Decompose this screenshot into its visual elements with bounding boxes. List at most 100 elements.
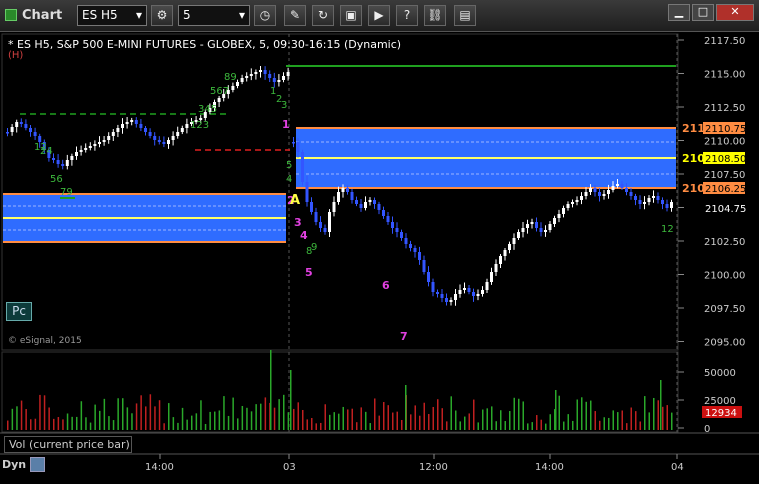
volume-bar [290, 370, 292, 430]
symbol-settings-icon[interactable]: ⚙ [151, 5, 173, 26]
candle-body [458, 290, 462, 294]
candle-body [395, 228, 399, 232]
candle-body [616, 184, 619, 186]
volume-bar [441, 408, 443, 430]
dyn-button[interactable]: Dyn [2, 458, 26, 471]
volume-bar [140, 395, 142, 430]
close-icon[interactable]: ✕ [716, 4, 754, 21]
candle-body [485, 282, 489, 290]
chart-area[interactable]: * ES H5, S&P 500 E-MINI FUTURES - GLOBEX… [0, 32, 759, 480]
price-chart-svg[interactable]: * ES H5, S&P 500 E-MINI FUTURES - GLOBEX… [0, 32, 759, 480]
volume-bar [62, 419, 64, 430]
volume-bar [324, 404, 326, 430]
maximize-icon[interactable]: □ [692, 4, 714, 21]
candle-body [463, 288, 466, 290]
symbol-field[interactable]: ES H5 ▾ [77, 5, 147, 26]
candle-body [310, 202, 313, 212]
volume-bar [486, 408, 488, 430]
volume-bar [264, 397, 267, 430]
refresh-icon[interactable]: ↻ [312, 5, 334, 26]
volume-bar [423, 402, 425, 430]
candle-body [643, 202, 646, 204]
volume-bar [57, 417, 60, 430]
title-bar: Chart ES H5 ▾ ⚙ 5 ▾ ◷ ✎ ↻ ▣ ▶ ? ⛓ ▤ ▁ □ … [0, 0, 759, 32]
candle-body [467, 288, 471, 292]
volume-bar [432, 406, 434, 430]
volume-bar [653, 397, 655, 430]
candle-body [65, 160, 69, 166]
minimize-icon[interactable]: ▁ [668, 4, 690, 21]
candle-body [259, 70, 262, 72]
screenshot-icon[interactable]: ▣ [340, 5, 362, 26]
candle-body [296, 142, 300, 152]
volume-bar [572, 420, 574, 430]
svg-text:567: 567 [210, 86, 229, 97]
volume-bar [302, 409, 304, 430]
dyn-settings-icon[interactable] [30, 457, 45, 472]
comment-icon[interactable]: ▤ [454, 5, 476, 26]
volume-bar [621, 410, 623, 430]
candle-body [10, 127, 14, 132]
candle-body [517, 232, 520, 238]
svg-text:4: 4 [286, 174, 292, 185]
volume-bar [585, 401, 587, 430]
candle-body [139, 124, 143, 128]
price-label-text: 2108.50 [705, 154, 746, 165]
volume-study-label[interactable]: Vol (current price bar) [4, 436, 132, 453]
price-tick: 2097.50 [704, 304, 745, 315]
price-tick: 2110.00 [704, 137, 745, 148]
help-icon[interactable]: ? [396, 5, 418, 26]
volume-bar [227, 415, 230, 430]
volume-bar [204, 423, 207, 430]
svg-text:56: 56 [50, 174, 63, 185]
volume-bar [53, 418, 55, 430]
candle-body [75, 152, 78, 156]
interval-dropdown-icon[interactable]: ▾ [239, 6, 245, 25]
volume-bar [468, 413, 470, 430]
volume-bar [214, 411, 216, 430]
candle-body [88, 146, 92, 148]
svg-text:1: 1 [282, 118, 290, 131]
symbol-dropdown-icon[interactable]: ▾ [136, 6, 142, 25]
clock-icon[interactable]: ◷ [254, 5, 276, 26]
volume-bar [401, 419, 403, 430]
volume-bar [250, 411, 253, 430]
play-icon[interactable]: ▶ [368, 5, 390, 26]
volume-bar [666, 405, 668, 430]
volume-bar [200, 400, 202, 430]
chart-header-sub: (H) [8, 50, 23, 61]
volume-bar [351, 408, 353, 430]
volume-bar [482, 409, 484, 430]
candle-body [121, 124, 124, 128]
volume-bar [241, 405, 244, 430]
candle-body [185, 124, 189, 128]
interval-field[interactable]: 5 ▾ [178, 5, 250, 26]
svg-text:12: 12 [661, 224, 674, 235]
candle-body [79, 150, 83, 152]
candle-body [611, 186, 615, 190]
candle-body [670, 202, 673, 208]
pc-button[interactable]: Pc [6, 302, 32, 321]
candle-body [111, 132, 115, 136]
candle-body [176, 132, 180, 136]
svg-text:24: 24 [40, 146, 53, 157]
candle-body [508, 244, 511, 250]
volume-bar [39, 394, 41, 430]
volume-bar [626, 423, 628, 430]
volume-bar [306, 419, 308, 430]
candle-body [602, 194, 606, 196]
candle-body [70, 156, 74, 160]
annotation-a: A [290, 193, 300, 208]
candle-body [580, 196, 583, 200]
link-icon[interactable]: ⛓ [424, 5, 446, 26]
candle-body [84, 148, 88, 150]
candle-body [575, 200, 579, 202]
volume-bar [71, 416, 73, 430]
volume-bar [612, 410, 614, 430]
volume-bar [414, 405, 416, 430]
volume-bar [374, 398, 376, 430]
volume-bar [76, 416, 78, 430]
pencil-icon[interactable]: ✎ [284, 5, 306, 26]
svg-text:79: 79 [60, 187, 73, 198]
volume-bar [617, 412, 619, 430]
